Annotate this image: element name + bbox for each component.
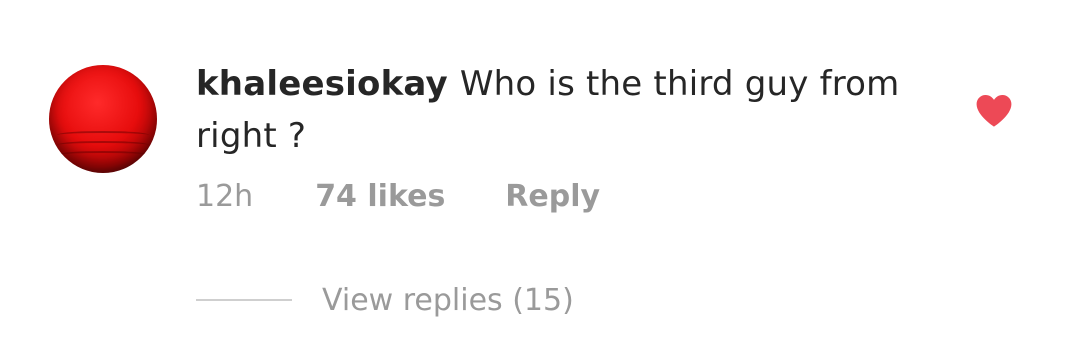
view-replies-button[interactable]: View replies (15) bbox=[322, 283, 574, 318]
comment-time: 12h bbox=[196, 178, 254, 214]
avatar-ripple bbox=[57, 131, 149, 139]
comment-body: khaleesiokay Who is the third guy from ri… bbox=[196, 58, 936, 162]
replies-divider bbox=[196, 299, 292, 301]
heart-icon-shape bbox=[976, 94, 1012, 127]
reply-button[interactable]: Reply bbox=[505, 179, 600, 214]
comment-text-line: khaleesiokay Who is the third guy from ri… bbox=[196, 58, 936, 162]
comment-username[interactable]: khaleesiokay bbox=[196, 64, 448, 104]
heart-icon[interactable] bbox=[975, 93, 1013, 127]
avatar[interactable] bbox=[49, 65, 157, 173]
view-replies-row[interactable]: View replies (15) bbox=[196, 278, 574, 322]
avatar-ripple bbox=[57, 141, 149, 149]
comment-meta: 12h 74 likes Reply bbox=[196, 174, 600, 218]
comment-likes[interactable]: 74 likes bbox=[315, 179, 445, 214]
avatar-ripple bbox=[57, 151, 149, 159]
